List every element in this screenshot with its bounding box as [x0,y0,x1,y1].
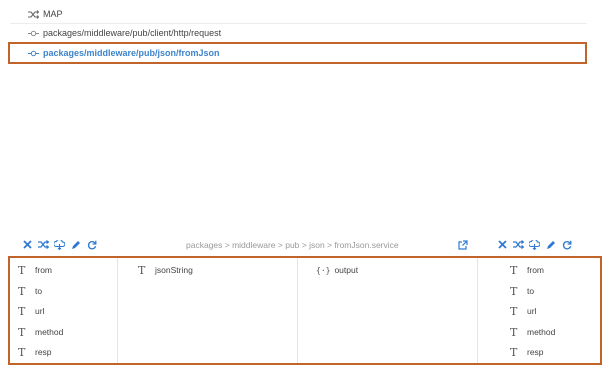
step-map[interactable]: MAP [10,5,587,24]
transformer-icon[interactable] [53,238,66,251]
pipeline-in-field[interactable]: Tto [18,284,42,298]
pipeline-out-field[interactable]: Tfrom [510,263,544,277]
service-in-field[interactable]: TjsonString [138,263,193,277]
string-type-icon: T [510,284,518,298]
string-type-icon: T [510,263,518,277]
close-icon[interactable] [496,238,509,251]
map-shuffle-icon[interactable] [37,238,50,251]
pipeline-out-field[interactable]: Turl [510,304,536,318]
string-type-icon: T [138,263,146,277]
service-in-column: TjsonString [118,258,298,363]
pipeline-in-column: Tfrom Tto Turl Tmethod Tresp [10,258,118,363]
pipeline-mapping-area: Tfrom Tto Turl Tmethod Tresp TjsonString… [8,256,602,365]
pipeline-in-field[interactable]: Tmethod [18,325,63,339]
refresh-icon[interactable] [560,238,573,251]
flow-steps-list: MAP packages/middleware/pub/client/http/… [8,5,587,64]
string-type-icon: T [18,345,26,359]
service-out-column: {·} output [298,258,478,363]
string-type-icon: T [18,304,26,318]
service-breadcrumb: packages > middleware > pub > json > fro… [186,240,399,250]
pipeline-toolbar: packages > middleware > pub > json > fro… [0,236,602,253]
invoke-icon [26,30,40,37]
pipeline-out-field[interactable]: Tresp [510,345,544,359]
step-fromjson-selected[interactable]: packages/middleware/pub/json/fromJson [8,42,587,64]
right-toolbar-icons [496,238,573,251]
transformer-icon[interactable] [528,238,541,251]
pipeline-in-field[interactable]: Tfrom [18,263,52,277]
close-icon[interactable] [21,238,34,251]
document-type-icon: {·} [316,265,331,275]
edit-icon[interactable] [544,238,557,251]
invoke-icon [26,50,40,57]
edit-icon[interactable] [69,238,82,251]
map-shuffle-icon[interactable] [512,238,525,251]
step-label: MAP [43,9,63,19]
pipeline-in-field[interactable]: Turl [18,304,44,318]
service-out-field[interactable]: {·} output [316,263,358,277]
pipeline-out-field[interactable]: Tto [510,284,534,298]
pipeline-out-column: Tfrom Tto Turl Tmethod Tresp [478,258,600,363]
step-http-request[interactable]: packages/middleware/pub/client/http/requ… [10,24,587,43]
refresh-icon[interactable] [85,238,98,251]
map-icon [26,9,40,19]
string-type-icon: T [18,284,26,298]
string-type-icon: T [510,345,518,359]
open-external-icon[interactable] [456,238,469,251]
string-type-icon: T [18,263,26,277]
pipeline-in-field[interactable]: Tresp [18,345,52,359]
pipeline-out-field[interactable]: Tmethod [510,325,555,339]
string-type-icon: T [510,304,518,318]
string-type-icon: T [510,325,518,339]
left-toolbar-icons [21,238,98,251]
step-label: packages/middleware/pub/client/http/requ… [43,28,222,38]
step-label: packages/middleware/pub/json/fromJson [43,48,220,58]
string-type-icon: T [18,325,26,339]
